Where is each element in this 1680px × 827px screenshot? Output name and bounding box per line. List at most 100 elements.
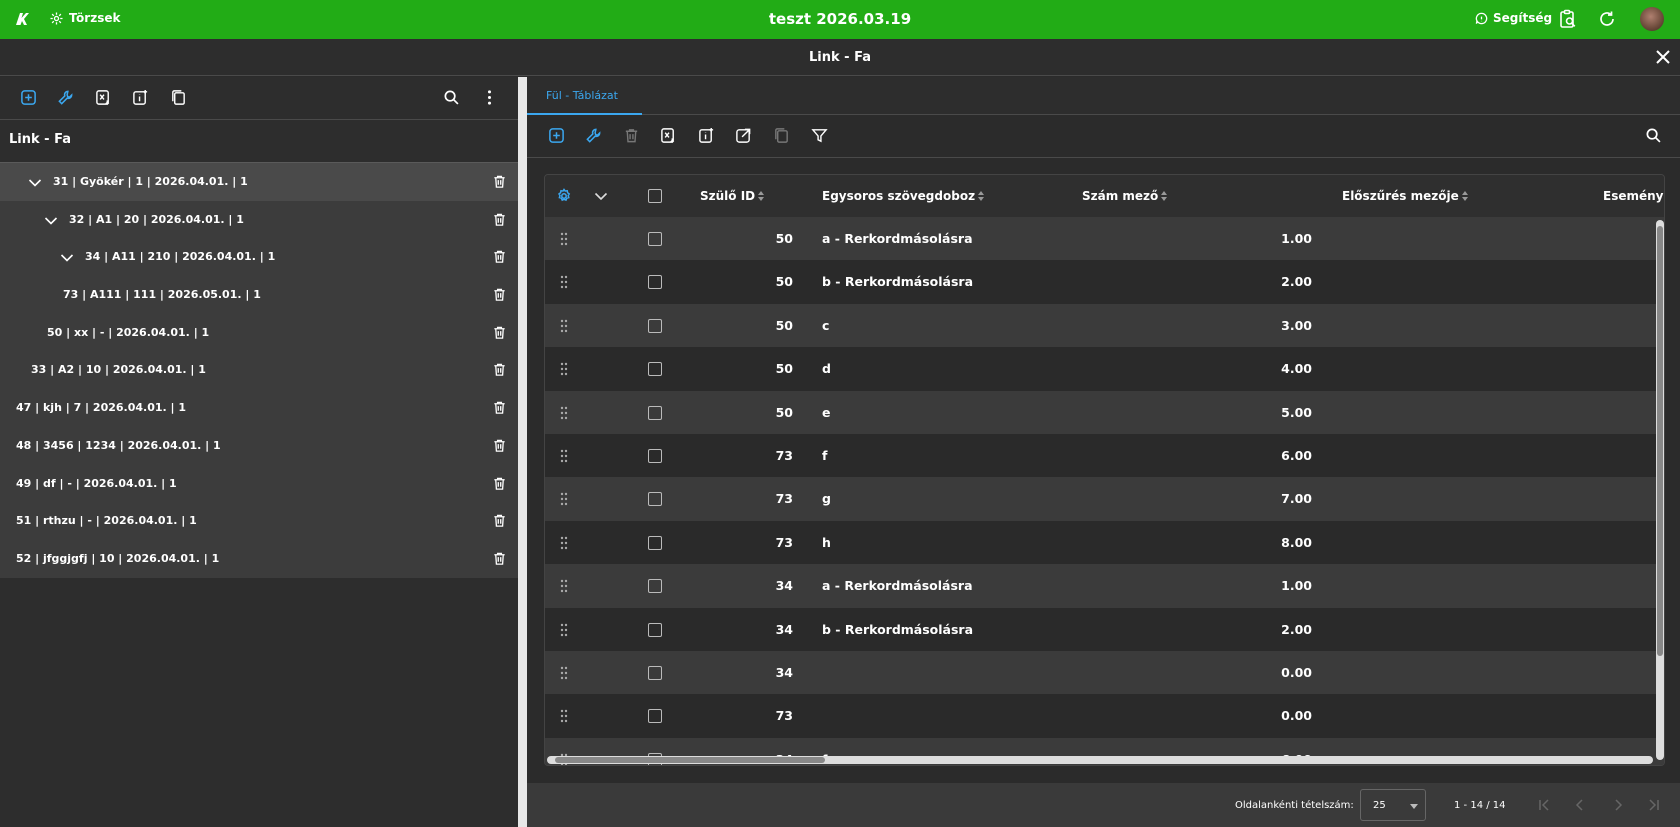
trash-icon[interactable] <box>492 551 507 566</box>
refresh-icon[interactable] <box>1597 9 1617 29</box>
excel-export-icon[interactable] <box>660 127 677 144</box>
drag-handle-icon[interactable] <box>559 319 569 333</box>
trash-icon[interactable] <box>492 287 507 302</box>
table-row[interactable]: 50 b - Rerkordmásolásra 2.00 <box>545 260 1664 304</box>
drag-handle-icon[interactable] <box>559 362 569 376</box>
trash-icon[interactable] <box>492 362 507 377</box>
table-row[interactable]: 73 0.00 <box>545 694 1664 738</box>
table-row[interactable]: 34 0.00 <box>545 650 1664 695</box>
trash-icon[interactable] <box>492 476 507 491</box>
row-checkbox[interactable] <box>648 362 662 377</box>
close-icon[interactable] <box>1655 49 1671 65</box>
tree-node[interactable]: 51 | rthzu | - | 2026.04.01. | 1 <box>0 502 518 540</box>
row-checkbox[interactable] <box>648 448 662 463</box>
copy-icon[interactable] <box>773 127 790 144</box>
help-button[interactable]: Segítség <box>1475 11 1552 25</box>
row-checkbox[interactable] <box>648 318 662 333</box>
delete-icon[interactable] <box>623 127 640 144</box>
info-icon[interactable] <box>698 127 715 144</box>
row-checkbox[interactable] <box>648 405 662 420</box>
drag-handle-icon[interactable] <box>559 406 569 420</box>
trash-icon[interactable] <box>492 249 507 264</box>
drag-handle-icon[interactable] <box>559 666 569 680</box>
table-row[interactable]: 34 b - Rerkordmásolásra 2.00 <box>545 607 1664 651</box>
chevron-down-icon[interactable] <box>28 176 42 190</box>
chevron-down-icon[interactable] <box>44 214 58 228</box>
last-page-icon[interactable] <box>1647 798 1661 812</box>
row-checkbox[interactable] <box>648 275 662 290</box>
trash-icon[interactable] <box>492 212 507 227</box>
trash-icon[interactable] <box>492 325 507 340</box>
more-vert-icon[interactable] <box>481 89 498 106</box>
master-data-menu[interactable]: Törzsek <box>50 11 120 25</box>
search-icon[interactable] <box>443 89 460 106</box>
row-checkbox[interactable] <box>648 709 662 724</box>
wrench-icon[interactable] <box>57 89 74 106</box>
add-icon[interactable] <box>20 89 37 106</box>
wrench-icon[interactable] <box>585 127 602 144</box>
horizontal-scrollbar[interactable] <box>547 756 1653 764</box>
prev-page-icon[interactable] <box>1573 798 1587 812</box>
tree-node[interactable]: 33 | A2 | 10 | 2026.04.01. | 1 <box>0 351 518 389</box>
trash-icon[interactable] <box>492 513 507 528</box>
row-checkbox[interactable] <box>648 535 662 550</box>
row-checkbox[interactable] <box>648 622 662 637</box>
drag-handle-icon[interactable] <box>559 449 569 463</box>
tab-table[interactable]: Fül - Táblázat <box>527 77 642 115</box>
column-header-text[interactable]: Egysoros szövegdoboz <box>822 189 985 203</box>
table-row[interactable]: 50 a - Rerkordmásolásra 1.00 <box>545 217 1664 261</box>
table-row[interactable]: 50 c 3.00 <box>545 303 1664 348</box>
table-row[interactable]: 73 f 6.00 <box>545 433 1664 478</box>
column-settings-icon[interactable] <box>556 188 572 204</box>
clipboard-search-icon[interactable] <box>1558 9 1578 29</box>
drag-handle-icon[interactable] <box>559 232 569 246</box>
row-checkbox[interactable] <box>648 232 662 246</box>
drag-handle-icon[interactable] <box>559 492 569 506</box>
app-logo-icon[interactable] <box>14 10 32 28</box>
copy-icon[interactable] <box>170 89 187 106</box>
trash-icon[interactable] <box>492 400 507 415</box>
tree-node[interactable]: 32 | A1 | 20 | 2026.04.01. | 1 <box>0 201 518 239</box>
tree-node[interactable]: 52 | jfggjgfj | 10 | 2026.04.01. | 1 <box>0 540 518 578</box>
trash-icon[interactable] <box>492 438 507 453</box>
column-header-event[interactable]: Esemény <box>1603 189 1664 203</box>
table-row[interactable]: 50 e 5.00 <box>545 390 1664 434</box>
row-checkbox[interactable] <box>648 665 662 680</box>
scroll-thumb[interactable] <box>555 757 825 763</box>
panel-splitter[interactable] <box>518 77 527 827</box>
open-external-icon[interactable] <box>735 127 752 144</box>
drag-handle-icon[interactable] <box>559 709 569 723</box>
column-header-number[interactable]: Szám mező <box>1082 189 1168 203</box>
table-row[interactable]: 34 a - Rerkordmásolásra 1.00 <box>545 564 1664 608</box>
filter-icon[interactable] <box>811 127 828 144</box>
drag-handle-icon[interactable] <box>559 623 569 637</box>
chevron-down-icon[interactable] <box>60 251 74 265</box>
scroll-thumb[interactable] <box>1657 226 1663 656</box>
table-row[interactable]: 50 d 4.00 <box>545 347 1664 391</box>
select-all-checkbox[interactable] <box>648 189 662 203</box>
tree-node[interactable]: 48 | 3456 | 1234 | 2026.04.01. | 1 <box>0 427 518 465</box>
column-header-parent-id[interactable]: Szülő ID <box>700 189 765 203</box>
trash-icon[interactable] <box>492 174 507 189</box>
search-icon[interactable] <box>1645 127 1662 144</box>
tree-node[interactable]: 47 | kjh | 7 | 2026.04.01. | 1 <box>0 389 518 427</box>
add-icon[interactable] <box>548 127 565 144</box>
vertical-scrollbar[interactable] <box>1656 220 1664 760</box>
row-checkbox[interactable] <box>648 579 662 594</box>
drag-handle-icon[interactable] <box>559 536 569 550</box>
info-icon[interactable] <box>132 89 149 106</box>
tree-node[interactable]: 34 | A11 | 210 | 2026.04.01. | 1 <box>0 238 518 276</box>
tree-node[interactable]: 31 | Gyökér | 1 | 2026.04.01. | 1 <box>0 163 518 201</box>
tree-node[interactable]: 50 | xx | - | 2026.04.01. | 1 <box>0 314 518 352</box>
next-page-icon[interactable] <box>1611 798 1625 812</box>
drag-handle-icon[interactable] <box>559 579 569 593</box>
table-row[interactable]: 73 g 7.00 <box>545 477 1664 521</box>
user-avatar[interactable] <box>1640 7 1664 31</box>
page-size-select[interactable]: 25 <box>1360 789 1426 821</box>
table-row[interactable]: 73 h 8.00 <box>545 520 1664 565</box>
drag-handle-icon[interactable] <box>559 275 569 289</box>
tree-node[interactable]: 49 | df | - | 2026.04.01. | 1 <box>0 465 518 503</box>
first-page-icon[interactable] <box>1537 798 1551 812</box>
expand-all-icon[interactable] <box>594 189 608 203</box>
row-checkbox[interactable] <box>648 492 662 507</box>
